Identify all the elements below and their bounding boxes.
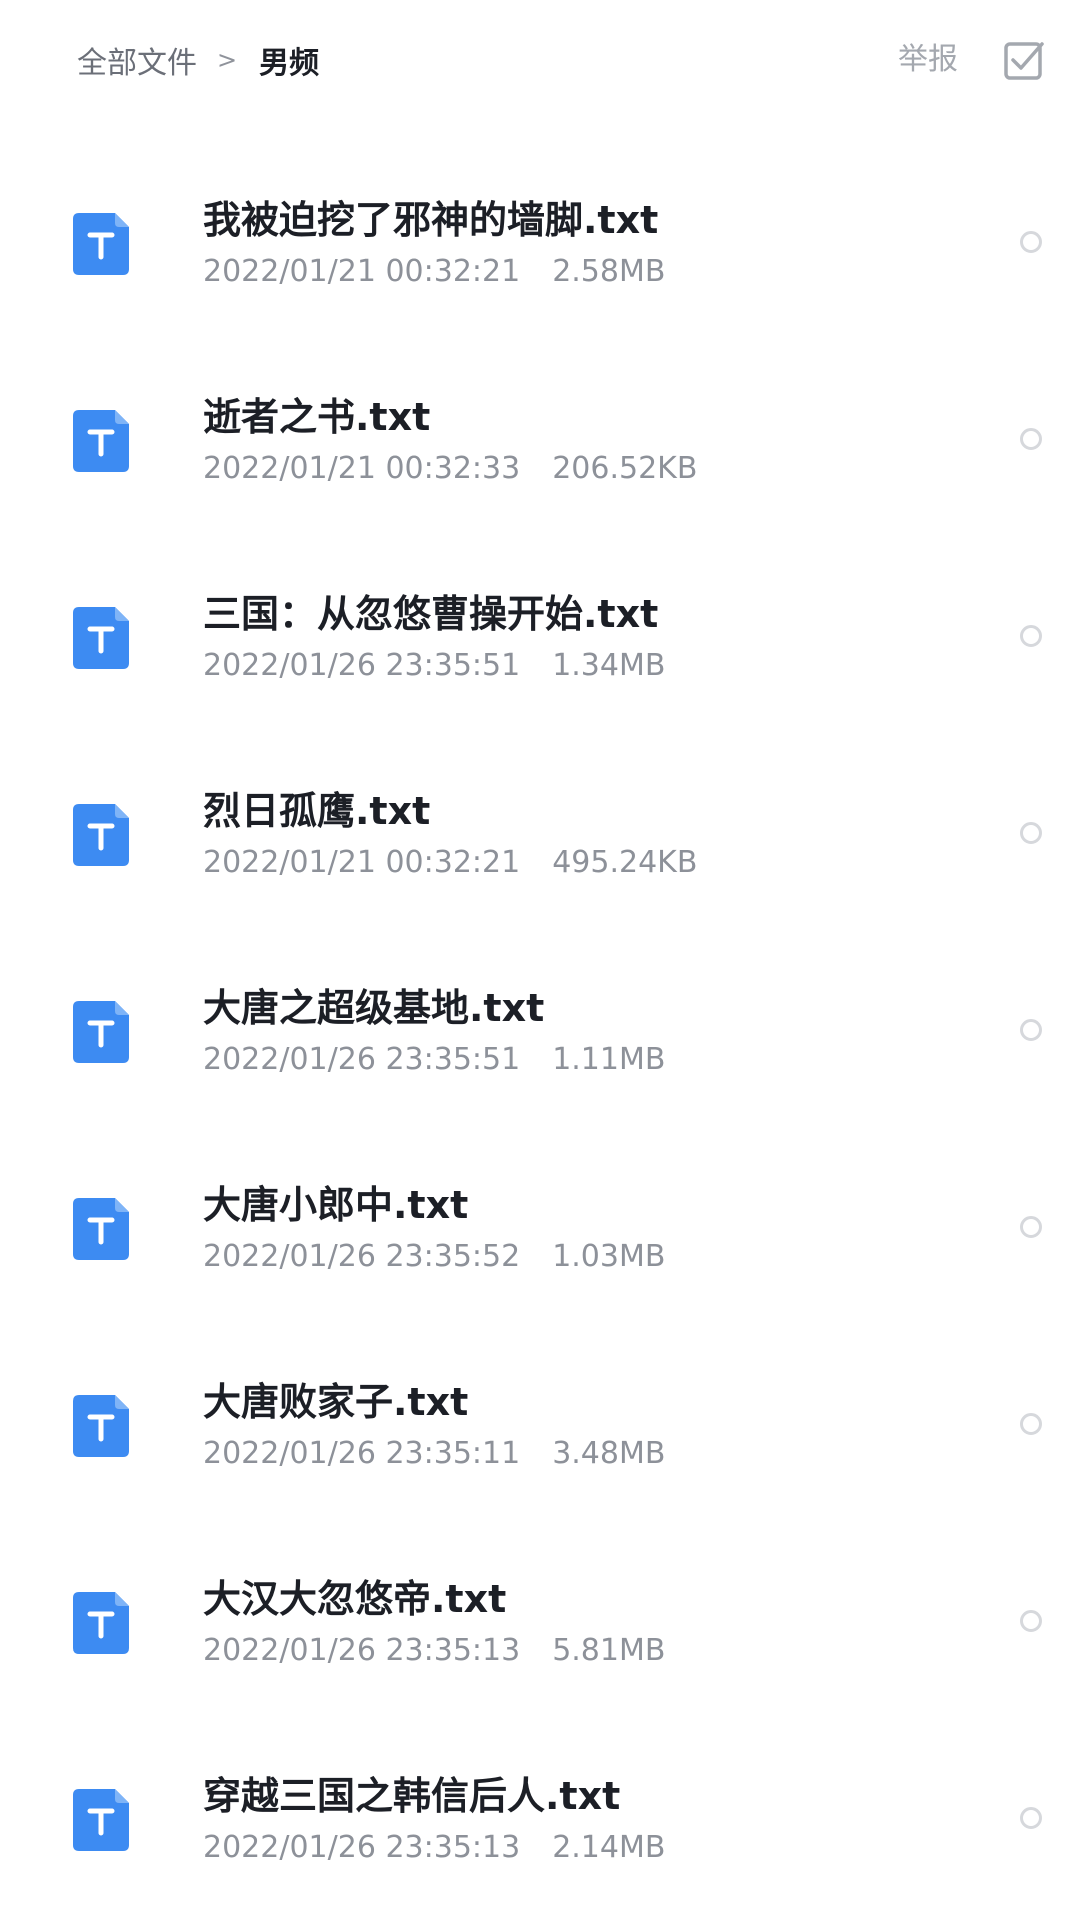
file-list-item[interactable]: 大唐小郎中.txt 2022/01/26 23:35:52 1.03MB — [0, 1130, 1080, 1327]
file-date: 2022/01/26 23:35:52 — [203, 1239, 521, 1274]
file-size: 206.52KB — [552, 451, 698, 486]
file-select-radio[interactable] — [1020, 1216, 1042, 1238]
breadcrumb: 全部文件 > 男频 — [77, 38, 319, 82]
txt-file-icon — [73, 804, 129, 866]
file-select-radio[interactable] — [1020, 1019, 1042, 1041]
file-meta: 2022/01/26 23:35:52 1.03MB — [203, 1239, 665, 1274]
file-name: 大汉大忽悠帝.txt — [203, 1577, 507, 1621]
file-size: 2.58MB — [552, 254, 666, 289]
file-meta: 2022/01/26 23:35:51 1.11MB — [203, 1042, 665, 1077]
file-list-item[interactable]: 烈日孤鹰.txt 2022/01/21 00:32:21 495.24KB — [0, 736, 1080, 933]
file-select-radio[interactable] — [1020, 1610, 1042, 1632]
txt-file-icon — [73, 1789, 129, 1851]
file-date: 2022/01/21 00:32:33 — [203, 451, 521, 486]
file-select-radio[interactable] — [1020, 1413, 1042, 1435]
report-button[interactable]: 举报 — [898, 38, 958, 82]
file-list-item[interactable]: 三国：从忽悠曹操开始.txt 2022/01/26 23:35:51 1.34MB — [0, 539, 1080, 736]
file-name: 三国：从忽悠曹操开始.txt — [203, 592, 659, 636]
file-meta: 2022/01/26 23:35:13 2.14MB — [203, 1830, 665, 1865]
file-date: 2022/01/26 23:35:51 — [203, 1042, 521, 1077]
file-meta: 2022/01/26 23:35:13 5.81MB — [203, 1633, 665, 1668]
file-name: 大唐小郎中.txt — [203, 1183, 469, 1227]
breadcrumb-separator: > — [217, 46, 238, 74]
file-select-radio[interactable] — [1020, 1807, 1042, 1829]
file-list-item[interactable]: 逝者之书.txt 2022/01/21 00:32:33 206.52KB — [0, 342, 1080, 539]
file-name: 我被迫挖了邪神的墙脚.txt — [203, 198, 659, 242]
file-list-item[interactable]: 大唐败家子.txt 2022/01/26 23:35:11 3.48MB — [0, 1327, 1080, 1524]
breadcrumb-root-link[interactable]: 全部文件 — [77, 38, 197, 82]
file-meta: 2022/01/21 00:32:33 206.52KB — [203, 451, 697, 486]
file-meta: 2022/01/26 23:35:51 1.34MB — [203, 648, 665, 683]
file-date: 2022/01/26 23:35:11 — [203, 1436, 521, 1471]
file-select-radio[interactable] — [1020, 428, 1042, 450]
file-list-item[interactable]: 大唐之超级基地.txt 2022/01/26 23:35:51 1.11MB — [0, 933, 1080, 1130]
file-date: 2022/01/26 23:35:51 — [203, 648, 521, 683]
file-size: 2.14MB — [552, 1830, 666, 1865]
file-size: 1.34MB — [552, 648, 666, 683]
file-list-item[interactable]: 大汉大忽悠帝.txt 2022/01/26 23:35:13 5.81MB — [0, 1524, 1080, 1721]
txt-file-icon — [73, 1198, 129, 1260]
file-name: 大唐败家子.txt — [203, 1380, 469, 1424]
file-size: 1.11MB — [552, 1042, 666, 1077]
txt-file-icon — [73, 1395, 129, 1457]
txt-file-icon — [73, 607, 129, 669]
file-name: 穿越三国之韩信后人.txt — [203, 1774, 621, 1818]
file-select-radio[interactable] — [1020, 822, 1042, 844]
file-name: 烈日孤鹰.txt — [203, 789, 431, 833]
header-bar: 全部文件 > 男频 举报 — [0, 0, 1080, 120]
file-select-radio[interactable] — [1020, 231, 1042, 253]
txt-file-icon — [73, 1001, 129, 1063]
file-size: 5.81MB — [552, 1633, 666, 1668]
file-name: 大唐之超级基地.txt — [203, 986, 545, 1030]
file-meta: 2022/01/21 00:32:21 2.58MB — [203, 254, 665, 289]
breadcrumb-current-folder: 男频 — [259, 46, 320, 81]
file-select-radio[interactable] — [1020, 625, 1042, 647]
file-date: 2022/01/21 00:32:21 — [203, 254, 521, 289]
txt-file-icon — [73, 1592, 129, 1654]
file-size: 1.03MB — [552, 1239, 666, 1274]
file-list-item[interactable]: 穿越三国之韩信后人.txt 2022/01/26 23:35:13 2.14MB — [0, 1721, 1080, 1918]
txt-file-icon — [73, 410, 129, 472]
file-meta: 2022/01/21 00:32:21 495.24KB — [203, 845, 697, 880]
file-date: 2022/01/26 23:35:13 — [203, 1830, 521, 1865]
txt-file-icon — [73, 213, 129, 275]
file-name: 逝者之书.txt — [203, 395, 431, 439]
checkbox-select-icon[interactable] — [1002, 38, 1046, 82]
file-date: 2022/01/26 23:35:13 — [203, 1633, 521, 1668]
file-size: 495.24KB — [552, 845, 698, 880]
file-meta: 2022/01/26 23:35:11 3.48MB — [203, 1436, 665, 1471]
file-date: 2022/01/21 00:32:21 — [203, 845, 521, 880]
file-size: 3.48MB — [552, 1436, 666, 1471]
file-list-item[interactable]: 我被迫挖了邪神的墙脚.txt 2022/01/21 00:32:21 2.58MB — [0, 145, 1080, 342]
